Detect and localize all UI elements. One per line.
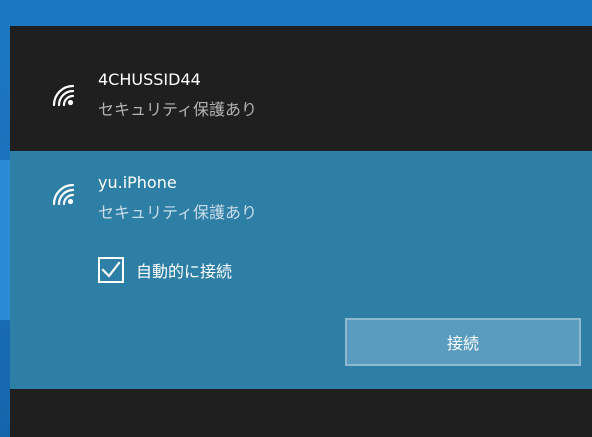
wifi-signal-icon xyxy=(52,84,75,107)
wifi-signal-icon xyxy=(52,183,75,206)
network-security-status: セキュリティ保護あり xyxy=(98,100,258,119)
network-security-status: セキュリティ保護あり xyxy=(98,203,258,222)
flyout-bottom-area xyxy=(10,389,592,437)
auto-connect-option[interactable]: 自動的に接続 xyxy=(98,256,232,284)
network-name: 4CHUSSID44 xyxy=(98,70,201,89)
connect-button[interactable]: 接続 xyxy=(345,318,581,366)
auto-connect-checkbox[interactable] xyxy=(98,257,124,283)
network-list-item-selected[interactable]: yu.iPhone セキュリティ保護あり 自動的に接続 接続 xyxy=(10,151,592,389)
network-name: yu.iPhone xyxy=(98,173,177,192)
checkmark-icon xyxy=(101,261,121,278)
auto-connect-label: 自動的に接続 xyxy=(136,262,233,281)
network-list-item[interactable]: 4CHUSSID44 セキュリティ保護あり xyxy=(10,26,592,146)
network-flyout: 4CHUSSID44 セキュリティ保護あり yu.iPhone セキュリティ保護… xyxy=(10,26,592,437)
